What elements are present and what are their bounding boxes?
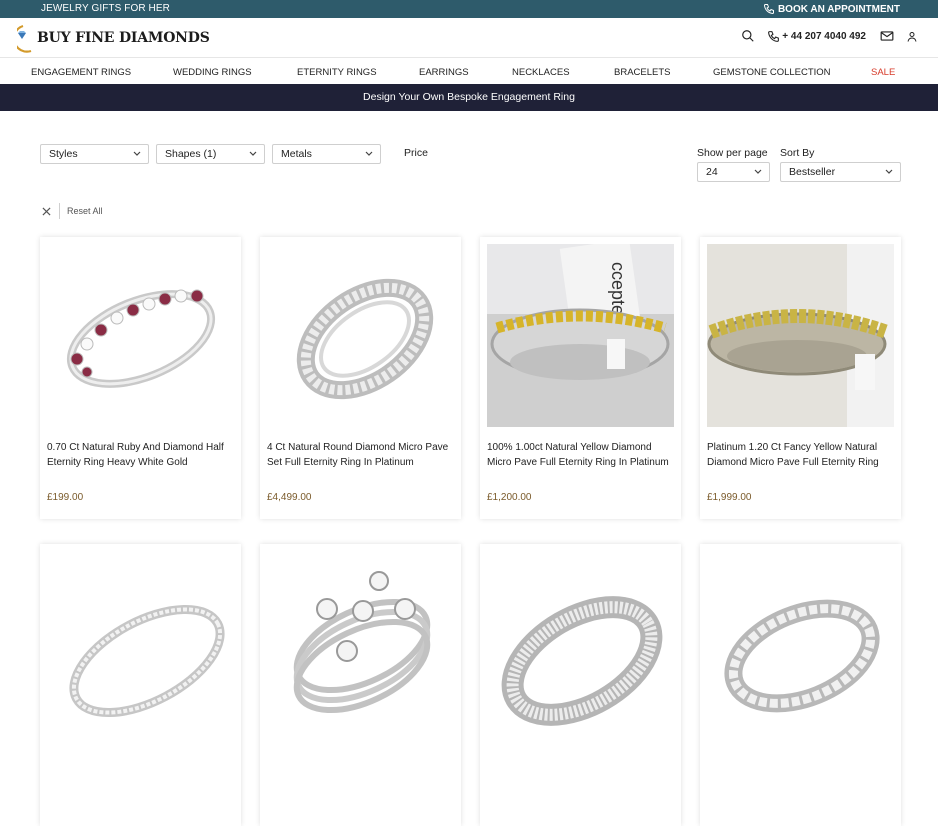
- reset-filters[interactable]: Reset All: [42, 203, 103, 219]
- product-image[interactable]: ccepted: [487, 244, 674, 427]
- mail-icon[interactable]: [880, 30, 894, 42]
- product-price: £199.00: [47, 492, 84, 503]
- phone-number: + 44 207 4040 492: [782, 30, 866, 42]
- chevron-down-icon: [133, 151, 141, 156]
- product-title[interactable]: 4 Ct Natural Round Diamond Micro Pave Se…: [267, 441, 457, 470]
- product-card[interactable]: [40, 544, 241, 826]
- product-image[interactable]: [47, 551, 234, 734]
- logo-text: BUY FINE DIAMONDS: [37, 30, 210, 46]
- shapes-filter[interactable]: Shapes (1): [156, 144, 265, 164]
- bespoke-banner[interactable]: Design Your Own Bespoke Engagement Ring: [0, 84, 938, 111]
- product-card[interactable]: 4 Ct Natural Round Diamond Micro Pave Se…: [260, 237, 461, 519]
- product-card[interactable]: [700, 544, 901, 826]
- styles-filter-label: Styles: [49, 148, 78, 160]
- nav-earrings[interactable]: EARRINGS: [419, 67, 469, 78]
- chevron-down-icon: [885, 169, 893, 174]
- search-icon[interactable]: [741, 29, 755, 43]
- product-image[interactable]: [47, 244, 234, 427]
- reset-all-label: Reset All: [67, 206, 103, 216]
- product-image[interactable]: [707, 551, 894, 734]
- nav-engagement-rings[interactable]: ENGAGEMENT RINGS: [31, 67, 131, 78]
- nav-eternity-rings[interactable]: ETERNITY RINGS: [297, 67, 377, 78]
- product-image[interactable]: [487, 551, 674, 734]
- product-title[interactable]: 100% 1.00ct Natural Yellow Diamond Micro…: [487, 441, 677, 470]
- product-card[interactable]: ccepted 100% 1.00ct Natural Yellow Diamo…: [480, 237, 681, 519]
- product-card[interactable]: 0.70 Ct Natural Ruby And Diamond Half Et…: [40, 237, 241, 519]
- book-appointment-label: BOOK AN APPOINTMENT: [777, 3, 900, 15]
- product-image[interactable]: [707, 244, 894, 427]
- price-filter[interactable]: Price: [404, 147, 428, 159]
- header-actions: + 44 207 4040 492: [741, 29, 918, 43]
- per-page-value: 24: [706, 166, 718, 178]
- product-price: £4,499.00: [267, 492, 312, 503]
- main-nav: ENGAGEMENT RINGS WEDDING RINGS ETERNITY …: [0, 59, 938, 84]
- diamond-logo-icon: [17, 24, 32, 53]
- product-card[interactable]: Platinum 1.20 Ct Fancy Yellow Natural Di…: [700, 237, 901, 519]
- phone-link[interactable]: + 44 207 4040 492: [767, 30, 866, 43]
- nav-bracelets[interactable]: BRACELETS: [614, 67, 671, 78]
- metals-filter-label: Metals: [281, 148, 312, 160]
- nav-sale[interactable]: SALE: [871, 67, 895, 78]
- product-image[interactable]: [267, 551, 454, 734]
- chevron-down-icon: [754, 169, 762, 174]
- sort-value: Bestseller: [789, 166, 836, 178]
- book-appointment-link[interactable]: BOOK AN APPOINTMENT: [763, 3, 900, 15]
- per-page-select[interactable]: 24: [697, 162, 770, 182]
- metals-filter[interactable]: Metals: [272, 144, 381, 164]
- product-price: £1,999.00: [707, 492, 752, 503]
- per-page-label: Show per page: [697, 147, 768, 159]
- gifts-link[interactable]: JEWELRY GIFTS FOR HER: [41, 3, 170, 14]
- product-card[interactable]: [480, 544, 681, 826]
- product-price: £1,200.00: [487, 492, 532, 503]
- chevron-down-icon: [365, 151, 373, 156]
- close-icon[interactable]: [42, 206, 51, 216]
- nav-gemstone-collection[interactable]: GEMSTONE COLLECTION: [713, 67, 831, 78]
- chevron-down-icon: [249, 151, 257, 156]
- product-title[interactable]: 0.70 Ct Natural Ruby And Diamond Half Et…: [47, 441, 237, 470]
- top-bar: JEWELRY GIFTS FOR HER BOOK AN APPOINTMEN…: [0, 0, 938, 18]
- nav-necklaces[interactable]: NECKLACES: [512, 67, 570, 78]
- user-icon[interactable]: [906, 30, 918, 43]
- phone-icon: [763, 4, 774, 15]
- product-title[interactable]: Platinum 1.20 Ct Fancy Yellow Natural Di…: [707, 441, 897, 470]
- sort-label: Sort By: [780, 147, 815, 159]
- phone-icon: [768, 30, 780, 42]
- shapes-filter-label: Shapes (1): [165, 148, 217, 160]
- product-image[interactable]: [267, 244, 454, 427]
- divider: [59, 203, 60, 219]
- logo[interactable]: BUY FINE DIAMONDS: [17, 23, 210, 53]
- sort-select[interactable]: Bestseller: [780, 162, 901, 182]
- product-card[interactable]: [260, 544, 461, 826]
- site-header: BUY FINE DIAMONDS + 44 207 4040 492: [0, 18, 938, 58]
- styles-filter[interactable]: Styles: [40, 144, 149, 164]
- nav-wedding-rings[interactable]: WEDDING RINGS: [173, 67, 252, 78]
